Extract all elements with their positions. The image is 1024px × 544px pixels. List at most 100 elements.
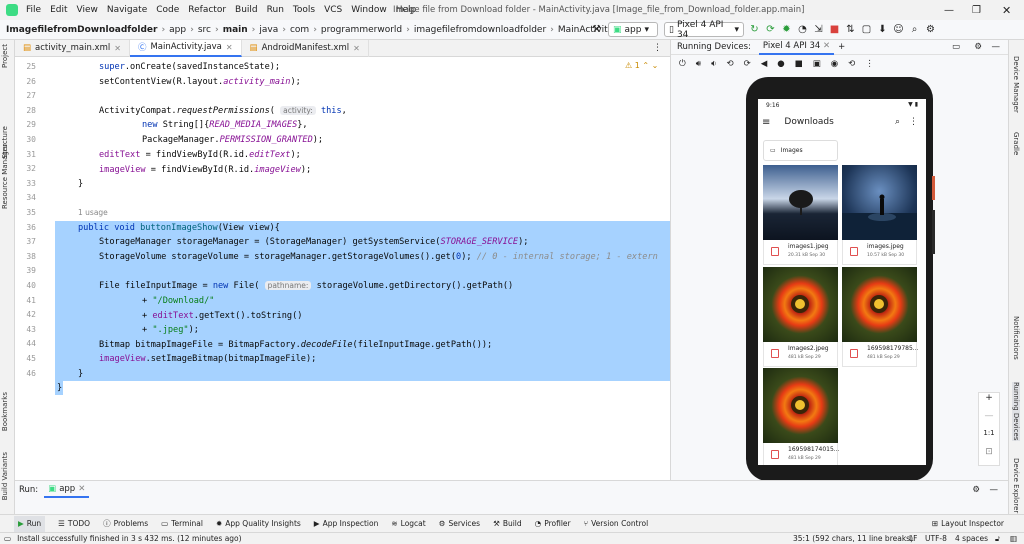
maximize-icon[interactable]: ❐ xyxy=(972,5,981,16)
close-tab-icon[interactable]: ✕ xyxy=(226,43,233,52)
menu-file[interactable]: File xyxy=(26,5,41,15)
overview-icon[interactable]: ■ xyxy=(795,59,803,69)
tool-build-variants[interactable]: Build Variants xyxy=(1,452,9,500)
file-card[interactable]: Images2.jpeg 481 kB Sep 29 xyxy=(763,342,838,367)
hammer-icon[interactable]: ⚒ xyxy=(591,24,602,35)
more-tabs-icon[interactable]: ⋮ xyxy=(653,43,662,53)
close-tab-icon[interactable]: ✕ xyxy=(823,41,830,51)
close-tab-icon[interactable]: ✕ xyxy=(353,44,360,53)
menu-view[interactable]: View xyxy=(77,5,98,15)
close-icon[interactable]: ✕ xyxy=(1002,4,1011,17)
line-ending[interactable]: LF xyxy=(909,534,918,543)
bottom-tab-terminal[interactable]: ▭ Terminal xyxy=(161,519,203,528)
history-icon[interactable]: ⟲ xyxy=(848,59,855,69)
home-icon[interactable]: ● xyxy=(777,59,784,69)
more-options-icon[interactable]: ⋮ xyxy=(865,59,874,69)
layout-inspector-tab[interactable]: ⊞ Layout Inspector xyxy=(932,519,1004,528)
tool-running-devices[interactable]: Running Devices xyxy=(1012,382,1020,441)
file-card[interactable]: images1.jpeg 20.31 kB Sep 30 xyxy=(763,240,838,265)
debug-icon[interactable]: ✹ xyxy=(781,24,792,35)
rerun-icon[interactable]: ↻ xyxy=(749,24,760,35)
file-card[interactable]: images.jpeg 10.57 kB Sep 30 xyxy=(842,240,917,265)
user-icon[interactable]: ☺ xyxy=(893,24,904,35)
tool-resource-manager[interactable]: Resource Manager xyxy=(1,144,9,209)
bottom-tab-version-control[interactable]: ⑂ Version Control xyxy=(584,519,649,528)
device-select[interactable]: ▯ Pixel 4 API 34 ▾ xyxy=(664,20,744,40)
close-tab-icon[interactable]: ✕ xyxy=(78,484,85,494)
menu-run[interactable]: Run xyxy=(267,5,284,15)
breadcrumb-item[interactable]: java xyxy=(259,25,278,35)
breadcrumb-item[interactable]: main xyxy=(223,25,248,35)
stop-icon[interactable]: ■ xyxy=(829,24,840,35)
menu-refactor[interactable]: Refactor xyxy=(188,5,226,15)
file-thumbnail[interactable] xyxy=(763,267,838,342)
volume-up-icon[interactable]: 🔊︎ xyxy=(696,59,701,69)
caret-position[interactable]: 35:1 (592 chars, 11 line breaks) xyxy=(793,534,913,543)
run-tab[interactable]: ▣ app ✕ xyxy=(44,481,90,498)
menu-build[interactable]: Build xyxy=(235,5,258,15)
bottom-tab-build[interactable]: ⚒ Build xyxy=(493,519,522,528)
bottom-tab-logcat[interactable]: ≋ Logcat xyxy=(391,519,425,528)
profile-icon[interactable]: ◔ xyxy=(797,24,808,35)
tab-android-manifest[interactable]: ▤ AndroidManifest.xml ✕ xyxy=(242,39,369,57)
close-tab-icon[interactable]: ✕ xyxy=(114,44,121,53)
indent-setting[interactable]: 4 spaces xyxy=(955,534,988,543)
run-config-select[interactable]: ▣ app ▾ xyxy=(608,22,658,37)
sync-icon[interactable]: ⇅ xyxy=(845,24,856,35)
tool-gradle[interactable]: Gradle xyxy=(1012,132,1020,155)
gear-icon[interactable]: ⚙ xyxy=(972,485,980,495)
menu-tools[interactable]: Tools xyxy=(293,5,315,15)
bottom-tab-app-quality[interactable]: ✹ App Quality Insights xyxy=(216,519,301,528)
warning-indicator[interactable]: ⚠ 1 ⌃ ⌄ xyxy=(625,61,658,70)
tool-notifications[interactable]: Notifications xyxy=(1012,316,1020,360)
file-thumbnail[interactable] xyxy=(763,368,838,443)
file-card[interactable]: 169598174015... 481 kB Sep 29 xyxy=(763,443,840,465)
search-icon[interactable]: ⌕ xyxy=(895,117,900,127)
breadcrumb-item[interactable]: programmerworld xyxy=(321,25,402,35)
tool-bookmarks[interactable]: Bookmarks xyxy=(1,392,9,431)
file-card[interactable]: 169598179785... 481 kB Sep 29 xyxy=(842,342,919,367)
more-options-icon[interactable]: ⋮ xyxy=(909,117,918,127)
add-device-icon[interactable]: + xyxy=(838,42,845,52)
record-icon[interactable]: ◉ xyxy=(831,59,838,69)
hide-panel-icon[interactable]: — xyxy=(990,485,999,495)
gear-icon[interactable]: ⚙ xyxy=(974,42,982,52)
minimize-icon[interactable]: — xyxy=(944,5,954,16)
zoom-actual-size[interactable]: 1:1 xyxy=(979,429,999,447)
tool-device-explorer[interactable]: Device Explorer xyxy=(1012,458,1020,513)
bottom-tab-profiler[interactable]: ◔ Profiler xyxy=(535,519,571,528)
bottom-tab-app-inspection[interactable]: ▶ App Inspection xyxy=(314,519,379,528)
sdk-icon[interactable]: ⬇ xyxy=(877,24,888,35)
usage-hint[interactable]: 1 usage xyxy=(78,208,108,217)
bottom-tab-run[interactable]: ▶ Run xyxy=(14,515,46,532)
running-device-tab[interactable]: Pixel 4 API 34 ✕ xyxy=(758,40,835,55)
rotate-right-icon[interactable]: ⟳ xyxy=(744,59,751,69)
zoom-in-icon[interactable]: + xyxy=(979,393,999,411)
breadcrumb-item[interactable]: app xyxy=(169,25,186,35)
power-icon[interactable]: ⏻ xyxy=(679,59,686,69)
file-encoding[interactable]: UTF-8 xyxy=(925,534,947,543)
rotate-left-icon[interactable]: ⟲ xyxy=(726,59,733,69)
hamburger-menu-icon[interactable]: ≡ xyxy=(762,117,770,128)
bottom-tab-problems[interactable]: ⓘ Problems xyxy=(103,518,148,529)
volume-down-icon[interactable]: 🔉︎ xyxy=(711,59,716,69)
zoom-out-icon[interactable]: — xyxy=(979,411,999,429)
folder-chip[interactable]: ▭ Images xyxy=(763,140,838,161)
gear-icon[interactable]: ⚙ xyxy=(925,24,936,35)
memory-indicator-icon[interactable]: ▥ xyxy=(1010,534,1017,543)
menu-window[interactable]: Window xyxy=(351,5,387,15)
menu-edit[interactable]: Edit xyxy=(50,5,67,15)
file-thumbnail[interactable] xyxy=(842,267,917,342)
lock-icon[interactable]: 🔓︎ xyxy=(995,534,1000,544)
breadcrumb-item[interactable]: src xyxy=(198,25,211,35)
search-icon[interactable]: ⌕ xyxy=(909,24,920,35)
tool-device-manager[interactable]: Device Manager xyxy=(1012,56,1020,113)
apply-changes-icon[interactable]: ⟳ xyxy=(765,24,776,35)
zoom-fit-icon[interactable]: ⊡ xyxy=(979,447,999,465)
breadcrumb-item[interactable]: imagefilefromdownloadfolder xyxy=(414,25,546,35)
breadcrumb-item[interactable]: com xyxy=(290,25,309,35)
status-message[interactable]: Install successfully finished in 3 s 432… xyxy=(17,534,241,543)
window-options-icon[interactable]: ▭ xyxy=(952,42,960,52)
bottom-tab-services[interactable]: ⚙ Services xyxy=(439,519,480,528)
phone-screen[interactable]: 9:16 ▼ ▮ ≡ Downloads ⌕ ⋮ ▭ Images images1… xyxy=(758,99,926,465)
